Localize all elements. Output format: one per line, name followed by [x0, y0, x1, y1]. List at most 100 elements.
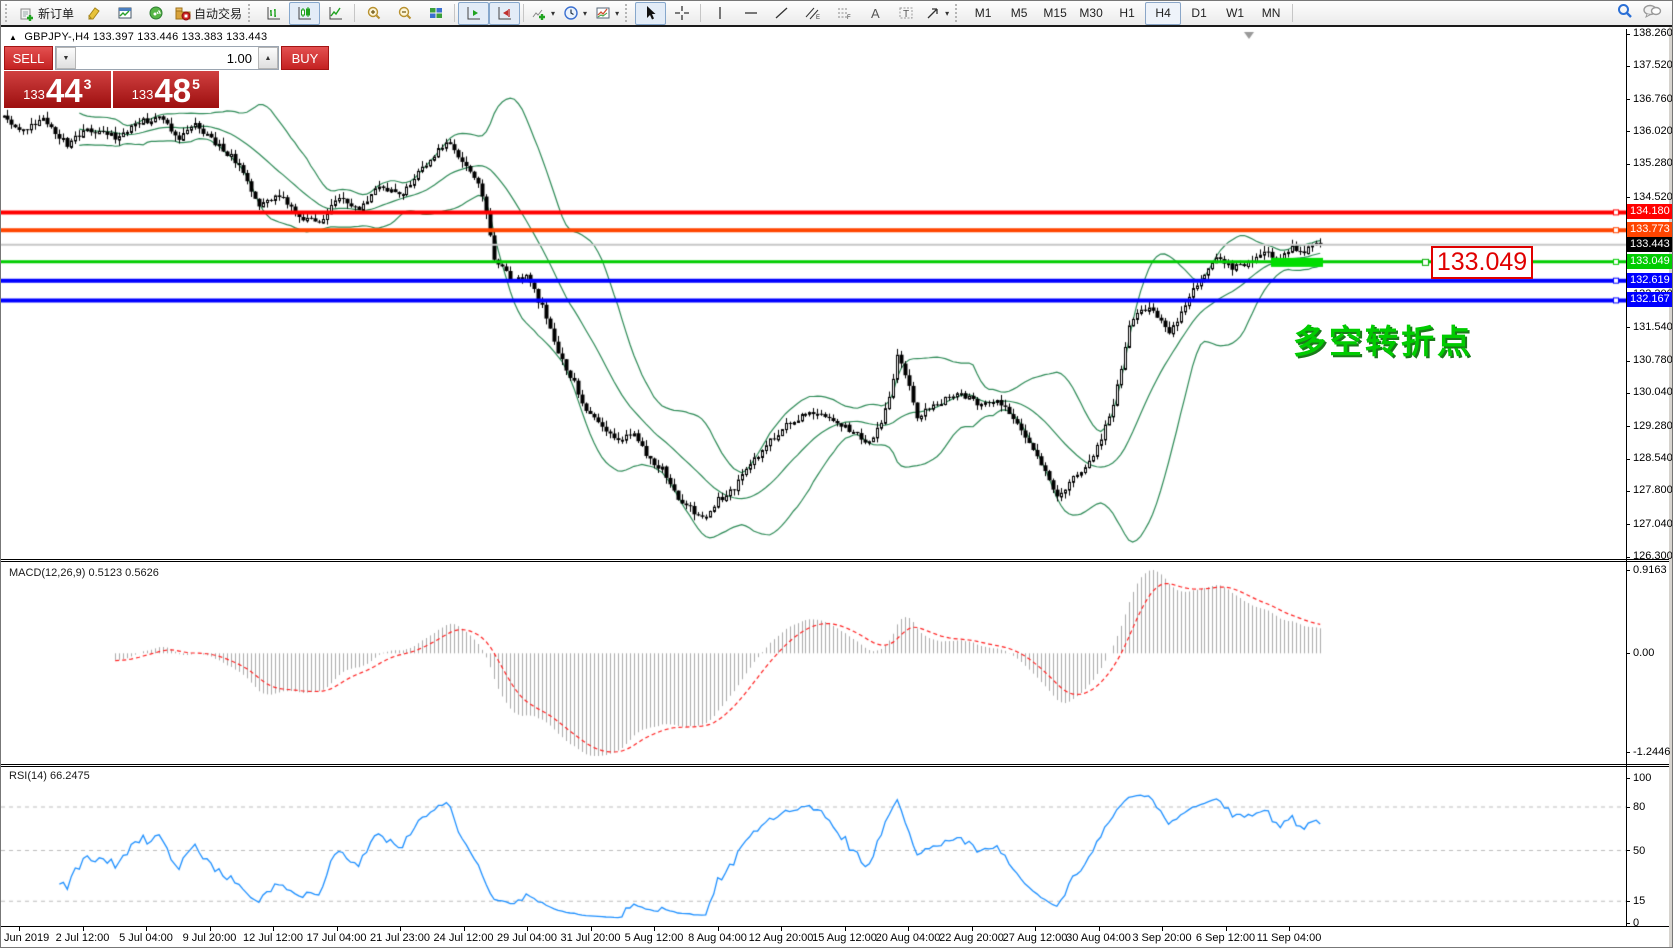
one-click-collapse-icon[interactable]: ▲ — [9, 33, 17, 42]
candlestick-chart-button[interactable] — [289, 2, 320, 25]
trendline-icon — [774, 5, 790, 21]
vertical-line-tool-button[interactable] — [704, 2, 735, 25]
main-price-chart[interactable] — [1, 29, 1626, 559]
price-tick-label: 135.280 — [1633, 157, 1673, 169]
time-axis-label: 5 Aug 12:00 — [625, 932, 684, 944]
sell-price-display[interactable]: 133 44 3 — [4, 71, 111, 108]
panel-separator[interactable] — [1, 559, 1669, 560]
sell-price-pip: 3 — [84, 76, 92, 92]
market-watch-button[interactable] — [109, 2, 140, 25]
fibonacci-icon: F — [836, 5, 852, 21]
level-price-label: 132.167 — [1627, 292, 1673, 307]
timeframe-button-h4[interactable]: H4 — [1145, 2, 1181, 25]
time-tick-mark — [972, 927, 973, 931]
line-chart-button[interactable] — [320, 2, 351, 25]
cursor-tool-button[interactable] — [635, 2, 666, 25]
fibonacci-tool-button[interactable]: F — [828, 2, 859, 25]
chat-icon[interactable] — [1642, 2, 1662, 25]
rsi-indicator-panel[interactable] — [1, 767, 1626, 926]
crosshair-tool-button[interactable] — [666, 2, 697, 25]
toolbar-grip — [248, 4, 255, 22]
time-tick-mark — [19, 927, 20, 931]
price-tick-label: 127.800 — [1633, 484, 1673, 496]
line-chart-icon — [328, 5, 344, 21]
volume-increase-button[interactable]: ▲ — [258, 47, 278, 69]
arrows-tool-button[interactable]: ▾ — [921, 2, 953, 25]
signals-button[interactable] — [140, 2, 171, 25]
text-tool-button[interactable]: A — [859, 2, 890, 25]
horizontal-line-tool-button[interactable] — [735, 2, 766, 25]
macd-indicator-panel[interactable] — [1, 562, 1626, 764]
macd-label: MACD(12,26,9) 0.5123 0.5626 — [9, 567, 159, 579]
volume-input[interactable] — [76, 47, 258, 69]
channel-tool-button[interactable]: E — [797, 2, 828, 25]
zoom-out-button[interactable] — [389, 2, 420, 25]
time-axis-label: 24 Jul 12:00 — [434, 932, 494, 944]
new-order-icon — [19, 5, 35, 21]
rsi-tick-mark — [1626, 778, 1630, 779]
volume-decrease-button[interactable]: ▼ — [56, 47, 76, 69]
text-label-tool-button[interactable]: T — [890, 2, 921, 25]
panel-separator — [1, 561, 1669, 562]
turning-point-note[interactable]: 多空转折点 — [1293, 315, 1473, 363]
sell-button[interactable]: SELL — [4, 46, 53, 70]
bar-chart-button[interactable] — [258, 2, 289, 25]
tile-windows-button[interactable] — [420, 2, 451, 25]
buy-price-prefix: 133 — [132, 87, 154, 102]
symbol-timeframe-label: GBPJPY-,H4 — [24, 31, 89, 43]
rsi-tick-label: 50 — [1633, 845, 1645, 857]
chart-shift-button[interactable] — [489, 2, 520, 25]
one-click-trading-panel: SELL ▼ ▲ BUY 133 44 3 133 48 5 — [4, 46, 219, 108]
time-tick-mark — [781, 927, 782, 931]
time-axis-label: 21 Jul 23:00 — [370, 932, 430, 944]
buy-button[interactable]: BUY — [281, 46, 329, 70]
auto-scroll-button[interactable] — [458, 2, 489, 25]
price-annotation-box[interactable]: 133.049 — [1431, 246, 1533, 279]
timeframe-button-mn[interactable]: MN — [1253, 2, 1289, 25]
toolbar-separator — [700, 4, 701, 22]
text-label-icon: T — [898, 5, 914, 21]
rsi-tick-label: 15 — [1633, 895, 1645, 907]
panel-separator[interactable] — [1, 764, 1669, 765]
autotrading-button[interactable]: 自动交易 — [171, 2, 246, 25]
timeframe-button-m15[interactable]: M15 — [1037, 2, 1073, 25]
timeframe-button-w1[interactable]: W1 — [1217, 2, 1253, 25]
timeframe-button-h1[interactable]: H1 — [1109, 2, 1145, 25]
buy-price-pip: 5 — [192, 76, 200, 92]
time-tick-mark — [591, 927, 592, 931]
metaeditor-button[interactable] — [78, 2, 109, 25]
templates-button[interactable]: ▾ — [591, 2, 623, 25]
auto-scroll-icon — [466, 5, 482, 21]
time-tick-mark — [337, 927, 338, 931]
timeframe-button-m5[interactable]: M5 — [1001, 2, 1037, 25]
timeframe-button-m1[interactable]: M1 — [965, 2, 1001, 25]
new-order-button[interactable]: 新订单 — [15, 2, 78, 25]
timeframe-button-m30[interactable]: M30 — [1073, 2, 1109, 25]
price-tick-mark — [1626, 361, 1630, 362]
level-price-label: 134.180 — [1627, 204, 1673, 219]
toolbar-grip — [625, 4, 632, 22]
price-tick-mark — [1626, 164, 1630, 165]
time-axis-label: 9 Jul 20:00 — [183, 932, 237, 944]
price-tick-mark — [1626, 491, 1630, 492]
buy-price-display[interactable]: 133 48 5 — [113, 71, 220, 108]
price-tick-label: 138.260 — [1633, 27, 1673, 39]
clock-icon — [563, 5, 579, 21]
periods-button[interactable]: ▾ — [559, 2, 591, 25]
timeframe-button-d1[interactable]: D1 — [1181, 2, 1217, 25]
time-axis-label: 20 Aug 04:00 — [876, 932, 941, 944]
indicators-button[interactable]: ▾ — [527, 2, 559, 25]
time-axis-label: 5 Jul 04:00 — [119, 932, 173, 944]
zoom-in-icon — [366, 5, 382, 21]
trendline-tool-button[interactable] — [766, 2, 797, 25]
time-axis-label: 27 Jun 2019 — [0, 932, 49, 944]
panel-separator — [1, 766, 1669, 767]
time-axis[interactable]: 27 Jun 20192 Jul 12:005 Jul 04:009 Jul 2… — [1, 927, 1626, 948]
svg-text:E: E — [816, 15, 820, 21]
search-icon[interactable] — [1616, 2, 1634, 25]
price-axis[interactable]: 138.260137.520136.760136.020135.280134.5… — [1627, 29, 1673, 559]
toolbar-separator — [454, 4, 455, 22]
time-tick-mark — [210, 927, 211, 931]
ohlc-values: 133.397 133.446 133.383 133.443 — [93, 31, 267, 43]
zoom-in-button[interactable] — [358, 2, 389, 25]
